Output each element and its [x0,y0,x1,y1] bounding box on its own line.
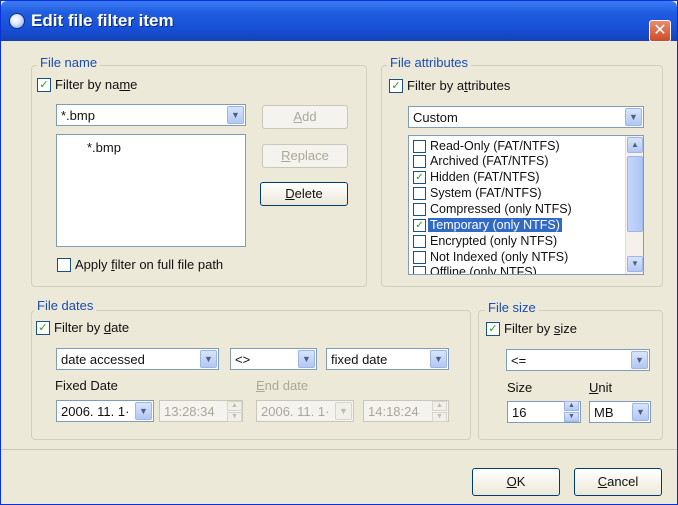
ok-button[interactable]: OK [472,468,560,496]
attributes-list[interactable]: Read-Only (FAT/NTFS) Archived (FAT/NTFS)… [408,135,644,275]
chevron-down-icon[interactable]: ▼ [631,351,648,369]
attr-checkbox[interactable] [413,235,426,248]
chevron-down-icon[interactable]: ▼ [227,106,244,124]
chevron-down-icon[interactable]: ▼ [430,350,447,368]
fixed-date-value: 2006. 11. 1· [61,404,130,419]
list-item[interactable]: *.bmp [87,140,121,155]
fixed-date-picker[interactable]: 2006. 11. 1· ▼ [56,400,154,422]
spin-up-icon[interactable]: ▲ [227,401,242,411]
calendar-dropdown-icon[interactable]: ▼ [135,402,152,420]
date-type-combo[interactable]: date accessed ▼ [56,348,219,370]
delete-button[interactable]: Delete [260,182,348,206]
attr-checkbox[interactable]: ✓ [413,171,426,184]
size-unit-value: MB [594,405,614,420]
attributes-scrollbar[interactable]: ▲ ▼ [625,136,643,274]
edit-file-filter-dialog: Edit file filter item ✕ File name ✓ Filt… [0,0,678,505]
size-label: Size [507,380,533,395]
attr-checkbox[interactable] [413,266,426,274]
filter-by-name-label[interactable]: Filter by name [55,77,137,92]
attr-checkbox[interactable] [413,203,426,216]
filter-by-attributes-label[interactable]: Filter by attributes [407,78,510,93]
size-value: 16 [512,405,527,420]
filter-by-size-checkbox[interactable]: ✓ [486,322,500,336]
size-spinner[interactable]: ▲ ▼ [564,401,580,423]
app-icon [9,13,25,29]
replace-button[interactable]: Replace [262,144,348,168]
chevron-down-icon[interactable]: ▼ [200,350,217,368]
window-title: Edit file filter item [31,11,174,30]
file-attributes-group-label: File attributes [387,55,472,70]
attr-checkbox[interactable]: ✓ [413,219,426,232]
file-mask-combo[interactable]: *.bmp ▼ [56,104,246,126]
unit-label: Unit [589,380,613,395]
scroll-up-icon[interactable]: ▲ [627,137,643,153]
end-time-spinner[interactable]: ▲ ▼ [432,401,448,423]
apply-full-path-label[interactable]: Apply filter on full file path [75,257,223,272]
add-button[interactable]: Add [262,105,348,129]
chevron-down-icon[interactable]: ▼ [298,350,315,368]
apply-full-path-checkbox[interactable] [57,258,71,272]
file-mask-value: *.bmp [61,108,95,123]
spin-down-icon[interactable]: ▼ [227,412,242,422]
attributes-preset-combo[interactable]: Custom ▼ [408,106,644,128]
end-date-value: 2006. 11. 1· [261,404,330,419]
spin-up-icon[interactable]: ▲ [564,401,579,411]
date-mode-value: fixed date [331,352,388,367]
filter-by-date-label[interactable]: Filter by date [54,320,129,335]
size-operator-combo[interactable]: <= ▼ [506,349,650,371]
attr-checkbox[interactable] [413,187,426,200]
footer-separator [1,449,677,450]
end-time-value: 14:18:24 [368,404,419,419]
file-dates-group-label: File dates [34,298,97,313]
attr-checkbox[interactable] [413,251,426,264]
size-unit-combo[interactable]: MB ▼ [589,401,651,423]
end-date-picker[interactable]: 2006. 11. 1· ▼ [256,400,354,422]
spin-down-icon[interactable]: ▼ [564,412,579,422]
scroll-thumb[interactable] [627,156,643,232]
calendar-dropdown-icon[interactable]: ▼ [335,402,352,420]
scroll-down-icon[interactable]: ▼ [627,256,643,272]
fixed-date-label: Fixed Date [55,378,118,393]
date-operator-combo[interactable]: <> ▼ [230,348,317,370]
file-mask-list[interactable]: *.bmp [56,134,246,247]
date-mode-combo[interactable]: fixed date ▼ [326,348,449,370]
filter-by-name-checkbox[interactable]: ✓ [37,78,51,92]
date-type-value: date accessed [61,352,145,367]
file-size-group-label: File size [485,300,539,315]
date-operator-value: <> [235,352,251,367]
cancel-button[interactable]: Cancel [574,468,662,496]
filter-by-size-label[interactable]: Filter by size [504,321,577,336]
fixed-time-value: 13:28:34 [164,404,215,419]
attr-checkbox[interactable] [413,155,426,168]
close-button[interactable]: ✕ [649,20,671,42]
end-date-label: End date [256,378,309,393]
attributes-preset-value: Custom [413,110,458,125]
chevron-down-icon[interactable]: ▼ [632,403,649,421]
spin-up-icon[interactable]: ▲ [432,401,447,411]
title-bar[interactable]: Edit file filter item ✕ [1,1,677,42]
filter-by-attributes-checkbox[interactable]: ✓ [389,79,403,93]
chevron-down-icon[interactable]: ▼ [625,108,642,126]
fixed-time-spinner[interactable]: ▲ ▼ [227,401,243,423]
size-operator-value: <= [511,353,527,368]
spin-down-icon[interactable]: ▼ [432,412,447,422]
file-name-group-label: File name [37,55,101,70]
attr-checkbox[interactable] [413,140,426,153]
filter-by-date-checkbox[interactable]: ✓ [36,321,50,335]
